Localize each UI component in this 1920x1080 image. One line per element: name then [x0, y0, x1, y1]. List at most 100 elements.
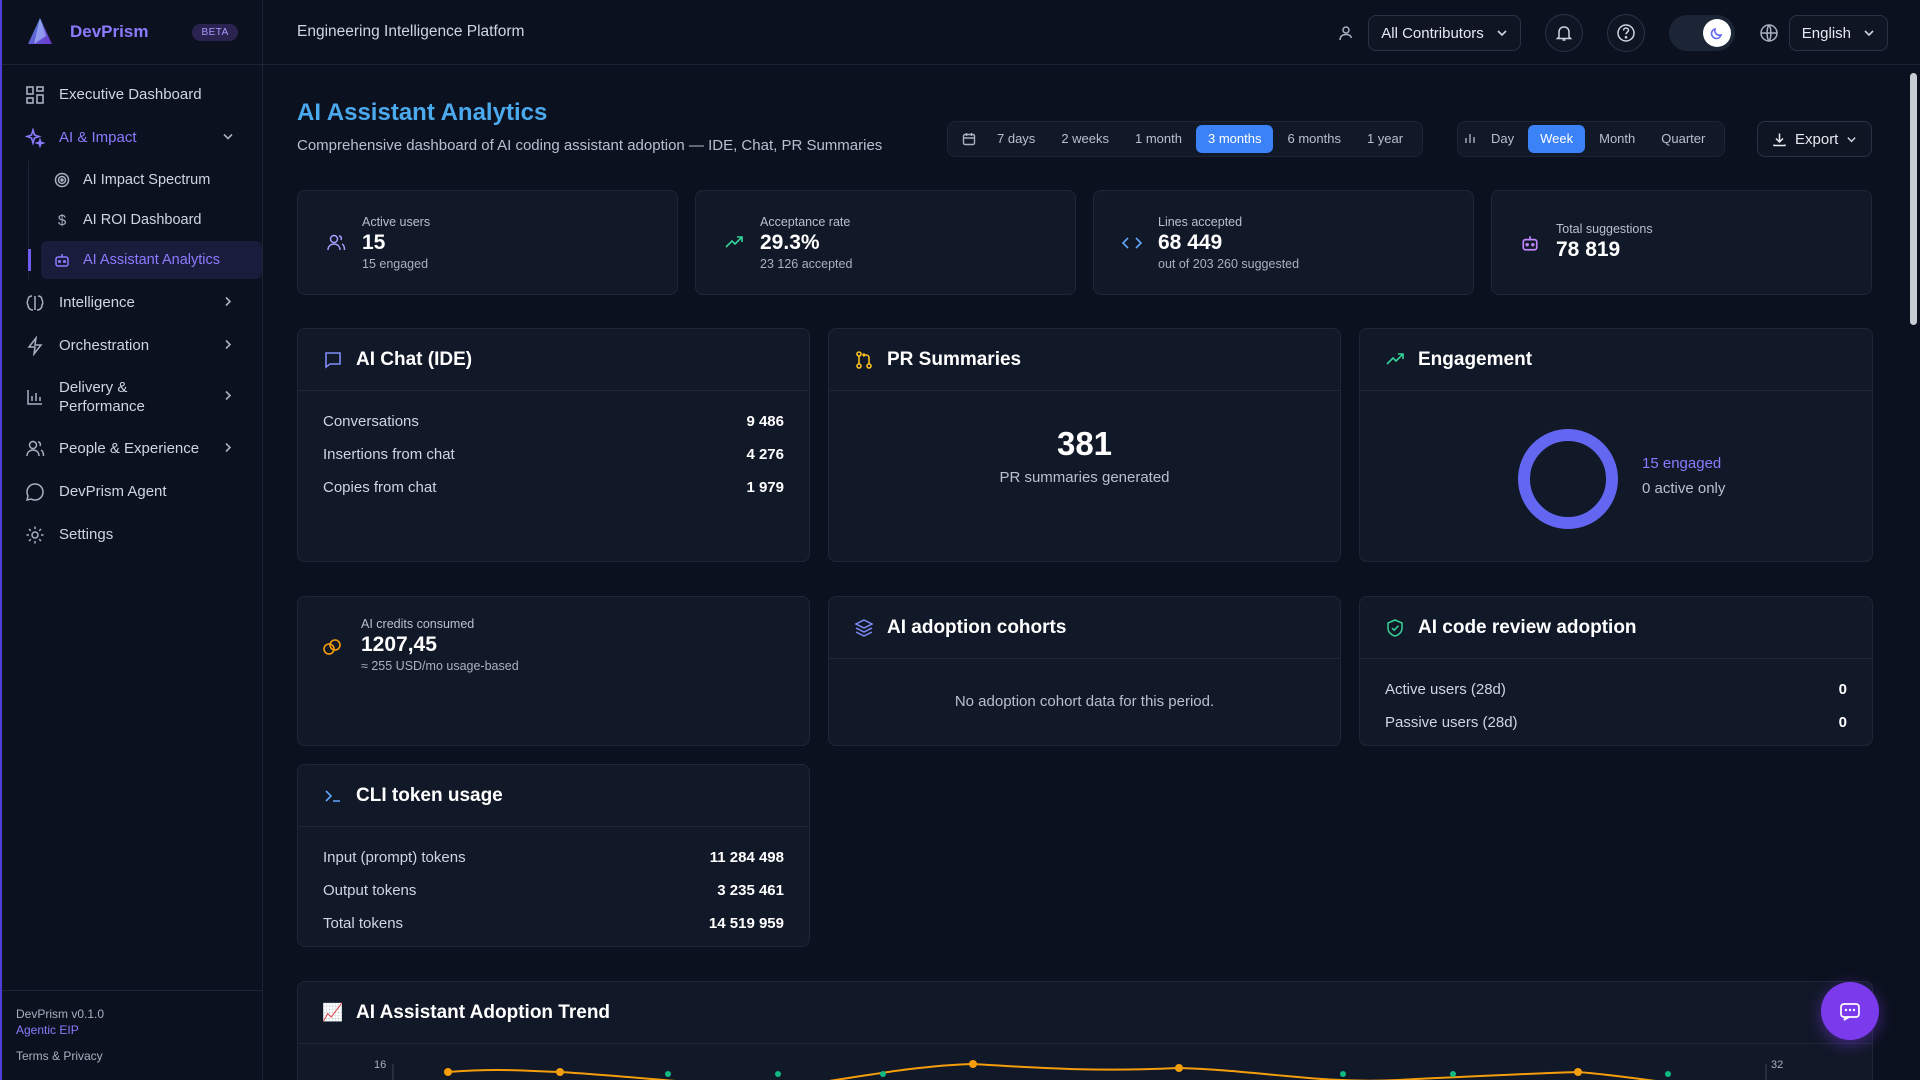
- notifications-button[interactable]: [1544, 14, 1583, 52]
- contributors-select[interactable]: All Contributors: [1368, 15, 1521, 51]
- stat-row: Passive users (28d) 0: [1385, 706, 1847, 739]
- engagement-header: Engagement: [1360, 329, 1872, 391]
- sidebar-item-label: AI & Impact: [59, 129, 137, 146]
- stat-value: 14 519 959: [708, 915, 784, 932]
- range-6-months[interactable]: 6 months: [1275, 125, 1352, 153]
- adoption-cohorts-header: AI adoption cohorts: [829, 597, 1340, 659]
- range-1-month[interactable]: 1 month: [1123, 125, 1194, 153]
- chevron-down-icon: [222, 129, 234, 146]
- code-review-header: AI code review adoption: [1360, 597, 1872, 659]
- stat-label: Total tokens: [323, 915, 404, 932]
- granularity-week[interactable]: Week: [1528, 125, 1586, 153]
- page-title: AI Assistant Analytics: [297, 99, 548, 126]
- sidebar-item-orchestration[interactable]: Orchestration: [2, 324, 262, 367]
- adoption-series-line: [447, 1062, 1656, 1080]
- ai-credits-card: AI credits consumed 1207,45 ≈ 255 USD/mo…: [297, 596, 810, 746]
- bar-chart-icon: [1464, 131, 1478, 148]
- scrollbar-thumb[interactable]: [1910, 73, 1917, 325]
- globe-icon: [1759, 23, 1779, 43]
- theme-toggle[interactable]: [1668, 15, 1735, 51]
- data-point: [1450, 1071, 1456, 1077]
- trending-up-icon: [1384, 349, 1406, 371]
- page-scrollbar[interactable]: [1906, 65, 1920, 1080]
- sidebar-item-delivery-performance[interactable]: Delivery & Performance: [2, 367, 262, 427]
- chevron-down-icon: [1496, 27, 1508, 39]
- help-button[interactable]: [1606, 14, 1645, 52]
- stat-row: Output tokens 3 235 461: [323, 874, 784, 907]
- kpi-label: Lines accepted: [1158, 214, 1243, 229]
- sidebar-item-ai-impact-spectrum[interactable]: AI Impact Spectrum: [41, 161, 262, 199]
- engaged-count: 15 engaged: [1642, 455, 1722, 472]
- export-button[interactable]: Export: [1757, 121, 1873, 157]
- granularity-selector: Day Week Month Quarter: [1457, 121, 1726, 157]
- stat-row: Copies from chat 1 979: [323, 471, 784, 504]
- kpi-label: Acceptance rate: [760, 214, 851, 229]
- credits-sub: ≈ 255 USD/mo usage-based: [361, 659, 519, 673]
- stat-row: Total tokens 14 519 959: [323, 907, 784, 940]
- gear-icon: [24, 524, 46, 546]
- kpi-label: Active users: [362, 214, 431, 229]
- brain-icon: [24, 292, 46, 314]
- sidebar: DevPrism BETA Executive Dashboard AI & I…: [0, 0, 263, 1080]
- kpi-label: Total suggestions: [1556, 221, 1653, 236]
- moon-icon: [1702, 19, 1731, 47]
- granularity-month[interactable]: Month: [1587, 125, 1647, 153]
- sidebar-item-label: Executive Dashboard: [59, 86, 202, 103]
- date-range-selector: 7 days 2 weeks 1 month 3 months 6 months…: [947, 121, 1424, 157]
- stat-value: 0: [1838, 714, 1847, 731]
- stat-label: Active users (28d): [1385, 681, 1506, 698]
- pr-summaries-header: PR Summaries: [829, 329, 1340, 391]
- chevron-down-icon: [1846, 134, 1857, 145]
- brand[interactable]: DevPrism BETA: [2, 0, 262, 65]
- adoption-trend-title: AI Assistant Adoption Trend: [356, 1001, 611, 1023]
- sidebar-item-label: Settings: [59, 526, 114, 543]
- robot-icon: [1518, 231, 1542, 255]
- sidebar-item-label: Intelligence: [59, 294, 135, 311]
- kpi-value: 78 819: [1556, 237, 1621, 261]
- language-select[interactable]: English: [1788, 15, 1888, 51]
- kpi-sub: out of 203 260 suggested: [1158, 256, 1300, 271]
- sidebar-item-executive-dashboard[interactable]: Executive Dashboard: [2, 73, 262, 116]
- range-2-weeks[interactable]: 2 weeks: [1049, 125, 1121, 153]
- stat-row: Active users (28d) 0: [1385, 673, 1847, 706]
- sidebar-item-intelligence[interactable]: Intelligence: [2, 281, 262, 324]
- sidebar-item-settings[interactable]: Settings: [2, 513, 262, 556]
- label-line-1: Delivery &: [59, 379, 128, 396]
- download-icon: [1772, 132, 1787, 147]
- calendar-icon: [954, 132, 984, 146]
- kpi-acceptance-rate: Acceptance rate 29.3% 23 126 accepted: [695, 190, 1076, 295]
- data-point: [880, 1071, 886, 1077]
- sidebar-item-ai-assistant-analytics[interactable]: AI Assistant Analytics: [28, 241, 262, 279]
- git-pull-request-icon: [853, 349, 875, 371]
- brand-name: DevPrism: [70, 22, 149, 41]
- shield-check-icon: [1384, 617, 1406, 639]
- engagement-card: Engagement 15 engaged 0 active only: [1359, 328, 1873, 562]
- kpi-active-users: Active users 15 15 engaged: [297, 190, 678, 295]
- sidebar-item-people-experience[interactable]: People & Experience: [2, 427, 262, 470]
- data-point: [1574, 1068, 1582, 1076]
- assistant-chat-fab[interactable]: [1821, 982, 1879, 1040]
- label-line-2: Performance: [59, 398, 145, 415]
- kpi-lines-accepted: Lines accepted 68 449 out of 203 260 sug…: [1093, 190, 1474, 295]
- sidebar-item-devprism-agent[interactable]: DevPrism Agent: [2, 470, 262, 513]
- stat-label: Conversations: [323, 413, 419, 430]
- chart-emoji-icon: 📈: [322, 1002, 344, 1022]
- robot-icon: [53, 251, 71, 269]
- trending-up-icon: [722, 231, 746, 255]
- ai-chat-title: AI Chat (IDE): [356, 348, 473, 370]
- sidebar-item-ai-impact[interactable]: AI & Impact: [2, 116, 262, 159]
- terms-link[interactable]: Terms & Privacy: [16, 1049, 248, 1063]
- granularity-day[interactable]: Day: [1479, 125, 1526, 153]
- beta-badge: BETA: [192, 23, 238, 41]
- sidebar-item-ai-roi-dashboard[interactable]: $ AI ROI Dashboard: [41, 201, 262, 239]
- data-point: [775, 1071, 781, 1077]
- granularity-quarter[interactable]: Quarter: [1649, 125, 1717, 153]
- cohorts-empty-message: No adoption cohort data for this period.: [954, 693, 1215, 710]
- sub-item-label: AI ROI Dashboard: [83, 212, 202, 228]
- range-3-months[interactable]: 3 months: [1196, 125, 1274, 153]
- stat-value: 4 276: [746, 446, 784, 463]
- bolt-icon: [24, 335, 46, 357]
- range-1-year[interactable]: 1 year: [1355, 125, 1415, 153]
- range-7-days[interactable]: 7 days: [985, 125, 1047, 153]
- dollar-icon: $: [57, 211, 67, 229]
